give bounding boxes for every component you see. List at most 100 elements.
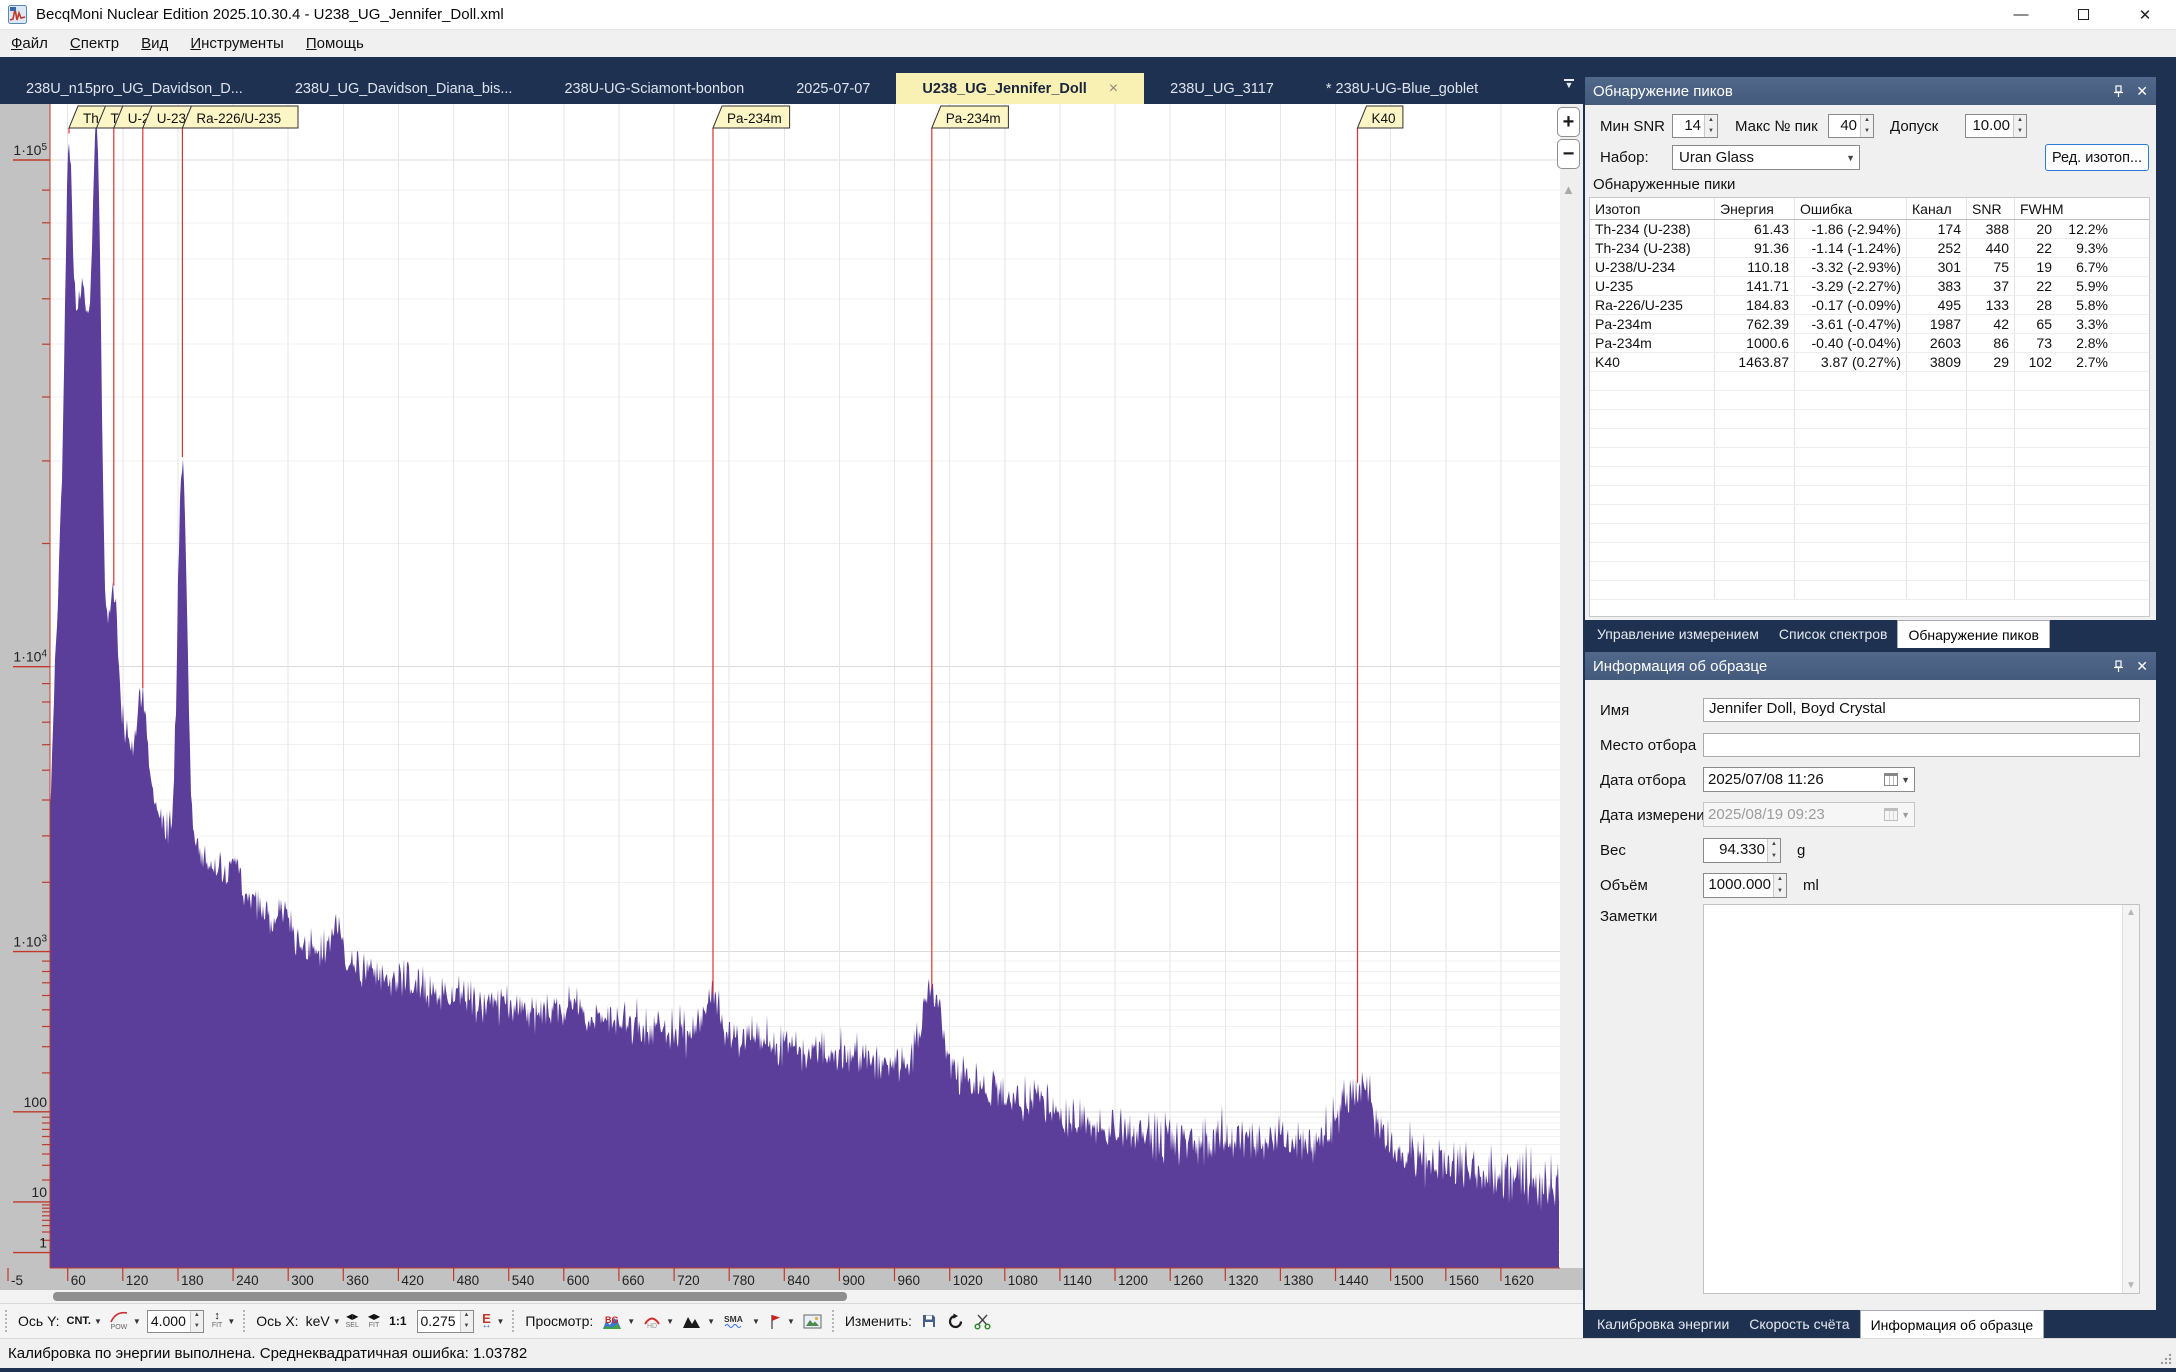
y-exponent-spinner[interactable]: 4.000 ▲▼ (147, 1310, 204, 1333)
column-header-4[interactable]: SNR (1967, 198, 2015, 219)
resize-grip[interactable] (2159, 1352, 2173, 1366)
max-peaks-spinner[interactable]: 40▲▼ (1828, 114, 1874, 138)
detected-peaks-table[interactable]: ИзотопЭнергияОшибкаКаналSNRFWHMTh-234 (U… (1589, 197, 2150, 617)
y-fit-button[interactable]: ↕FIT ▼ (207, 1310, 238, 1332)
x-fit-button[interactable]: ◀▶FIT (368, 1312, 380, 1330)
peaks-view-button[interactable]: ▼ (677, 1312, 718, 1331)
spectrum-tab-2[interactable]: 238U-UG-Sciamont-bonbon (538, 73, 770, 104)
app-icon (8, 5, 27, 24)
column-header-0[interactable]: Изотоп (1590, 198, 1715, 219)
spectrum-tab-5[interactable]: 238U_UG_3117 (1144, 73, 1300, 104)
y-scale-pow-button[interactable]: POW ▼ (105, 1308, 144, 1334)
menu-item-1[interactable]: Спектр (59, 32, 130, 55)
minimize-button[interactable]: — (1990, 0, 2052, 29)
spectrum-tab-0[interactable]: 238U_n15pro_UG_Davidson_D... (0, 73, 269, 104)
measure-date-label: Дата измерения (1600, 807, 1713, 824)
y-mode-dropdown[interactable]: CNT.▼ (64, 1313, 105, 1329)
panel-close-icon[interactable]: ✕ (2136, 658, 2148, 675)
one-to-one-button[interactable]: 1:1 (389, 1314, 406, 1328)
table-cell (2015, 429, 2057, 447)
chart-hscrollbar-thumb[interactable] (53, 1292, 847, 1301)
table-row[interactable]: K401463.873.87 (0.27%)3809291022.7% (1590, 353, 2149, 372)
table-row[interactable]: Pa-234m762.39-3.61 (-0.47%)198742653.3% (1590, 315, 2149, 334)
snapshot-button[interactable] (798, 1312, 827, 1331)
peak-panel-tab-2[interactable]: Обнаружение пиков (1897, 620, 2050, 648)
spectrum-tab-label: 238U_UG_3117 (1170, 81, 1274, 97)
column-header-2[interactable]: Ошибка (1795, 198, 1907, 219)
sample-panel-tab-0[interactable]: Калибровка энергии (1587, 1310, 1739, 1338)
column-header-1[interactable]: Энергия (1715, 198, 1795, 219)
close-button[interactable]: ✕ (2114, 0, 2176, 29)
table-cell: -0.17 (-0.09%) (1795, 296, 1907, 314)
x-step-spinner[interactable]: 0.275 ▲▼ (417, 1310, 474, 1333)
table-cell (2057, 429, 2113, 447)
min-snr-spinner[interactable]: 14▲▼ (1672, 114, 1718, 138)
chart-hscrollbar[interactable] (0, 1290, 1583, 1303)
chart-zoom-out-button[interactable]: − (1557, 139, 1580, 169)
sma-smoothing-button[interactable]: SMA ▼ (718, 1311, 763, 1331)
x-sel-button[interactable]: ◀▶SEL (346, 1312, 359, 1330)
table-row[interactable]: Th-234 (U-238)91.36-1.14 (-1.24%)2524402… (1590, 239, 2149, 258)
chart-zoom-in-button[interactable]: + (1557, 107, 1580, 137)
sample-panel-tab-2[interactable]: Информация об образце (1860, 1310, 2045, 1338)
table-row-empty (1590, 448, 2149, 467)
x-axis-tick-label: 1320 (1228, 1273, 1258, 1288)
tolerance-spinner[interactable]: 10.00▲▼ (1965, 114, 2027, 138)
tab-close-icon[interactable]: × (1109, 80, 1118, 98)
panel-close-icon[interactable]: ✕ (2136, 83, 2148, 100)
scroll-down-icon[interactable]: ▼ (2126, 1280, 2136, 1291)
pin-icon[interactable] (2113, 660, 2124, 673)
sample-name-input[interactable]: Jennifer Doll, Boyd Crystal (1703, 698, 2140, 722)
tab-overflow-button[interactable]: ▼ (1559, 79, 1579, 95)
x-axis-tick-label: 1200 (1118, 1273, 1148, 1288)
hd-toggle-button[interactable]: HD ▼ (638, 1311, 677, 1331)
column-header-5[interactable]: FWHM (2015, 198, 2113, 219)
table-row[interactable]: Th-234 (U-238)61.43-1.86 (-2.94%)1743882… (1590, 220, 2149, 239)
menu-item-2[interactable]: Вид (130, 32, 179, 55)
spectrum-tab-1[interactable]: 238U_UG_Davidson_Diana_bis... (269, 73, 539, 104)
reload-button[interactable] (942, 1311, 969, 1332)
scroll-up-icon[interactable]: ▲ (2126, 907, 2136, 918)
peak-label-text: K40 (1372, 111, 1396, 126)
table-row[interactable]: U-238/U-234110.18-3.32 (-2.93%)30175196.… (1590, 258, 2149, 277)
sample-panel-tab-1[interactable]: Скорость счёта (1739, 1310, 1859, 1338)
edit-isotopes-button[interactable]: Ред. изотоп... (2045, 144, 2149, 171)
x-axis-tick-label: 420 (401, 1273, 424, 1288)
table-cell: -1.86 (-2.94%) (1795, 220, 1907, 238)
spectrum-tab-3[interactable]: 2025-07-07 (770, 73, 896, 104)
menu-item-3[interactable]: Инструменты (179, 32, 295, 55)
maximize-button[interactable] (2052, 0, 2114, 29)
table-cell: -3.61 (-0.47%) (1795, 315, 1907, 333)
save-button[interactable] (916, 1311, 942, 1331)
sample-place-input[interactable] (1703, 733, 2140, 757)
pin-icon[interactable] (2113, 85, 2124, 98)
table-row[interactable]: U-235141.71-3.29 (-2.27%)38337225.9% (1590, 277, 2149, 296)
menu-item-0[interactable]: Файл (0, 32, 59, 55)
table-row[interactable]: Ra-226/U-235184.83-0.17 (-0.09%)49513328… (1590, 296, 2149, 315)
weight-spinner[interactable]: 94.330▲▼ (1703, 838, 1781, 863)
isotope-set-combobox[interactable]: Uran Glass▼ (1672, 145, 1860, 170)
spectrum-chart[interactable]: 1·1051·1041·103100101-560120180240300360… (0, 104, 1583, 1290)
sample-date-picker[interactable]: 2025/07/08 11:26 ▼ (1703, 767, 1915, 792)
notes-textarea[interactable]: ▲▼ (1703, 904, 2140, 1294)
table-header-row[interactable]: ИзотопЭнергияОшибкаКаналSNRFWHM (1590, 198, 2149, 220)
table-cell (1715, 391, 1795, 409)
chart-vscroll-up-arrow[interactable]: ▲ (1562, 182, 1575, 197)
notes-scrollbar[interactable]: ▲▼ (2122, 905, 2139, 1293)
menu-item-4[interactable]: Помощь (295, 32, 375, 55)
marker-flag-button[interactable]: ▼ (763, 1311, 798, 1332)
table-row[interactable]: Pa-234m1000.6-0.40 (-0.04%)260386732.8% (1590, 334, 2149, 353)
cut-button[interactable] (969, 1311, 996, 1332)
table-cell: K40 (1590, 353, 1715, 371)
window-bottom-edge (0, 1368, 2176, 1372)
x-unit-dropdown[interactable]: keV▼ (303, 1311, 344, 1331)
column-header-3[interactable]: Канал (1907, 198, 1967, 219)
peak-panel-tab-0[interactable]: Управление измерением (1587, 620, 1769, 648)
spectrum-tab-6[interactable]: * 238U-UG-Blue_goblet (1300, 73, 1504, 104)
peak-panel-tab-1[interactable]: Список спектров (1769, 620, 1898, 648)
x-axis-tick-label: -5 (11, 1273, 23, 1288)
spectrum-tab-4[interactable]: U238_UG_Jennifer_Doll× (896, 73, 1144, 104)
energy-calibration-button[interactable]: E↔ ▼ (477, 1312, 508, 1331)
background-toggle-button[interactable]: BG ▼ (597, 1311, 638, 1332)
volume-spinner[interactable]: 1000.000▲▼ (1703, 873, 1787, 898)
